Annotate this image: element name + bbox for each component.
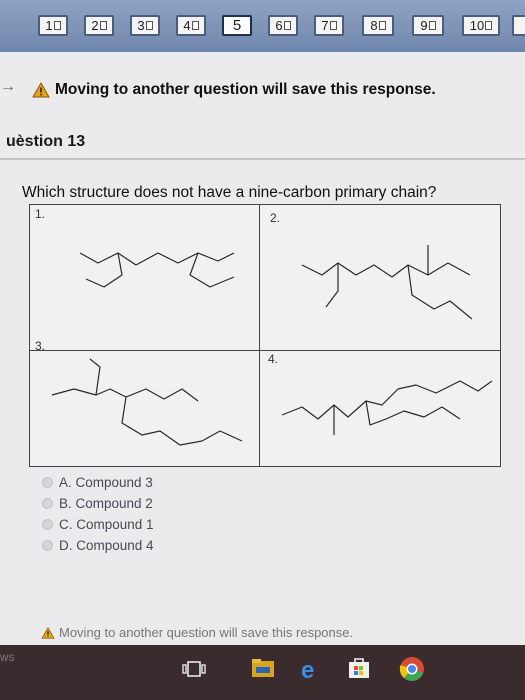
page-icon xyxy=(485,21,493,30)
page-icon xyxy=(329,21,337,30)
compound-1-structure xyxy=(79,252,235,266)
radio-button-d[interactable] xyxy=(42,540,53,551)
question-text: Which structure does not have a nine-car… xyxy=(22,184,437,201)
svg-text:e: e xyxy=(301,657,314,681)
page-icon xyxy=(191,21,199,30)
option-c-label: C. Compound 1 xyxy=(59,517,154,532)
question-10-label: 10 xyxy=(469,18,485,33)
warning-icon xyxy=(32,82,50,98)
taskbar-label: WS xyxy=(0,653,15,663)
question-next-button-partial[interactable] xyxy=(512,15,525,36)
page-icon xyxy=(378,21,386,30)
page-icon xyxy=(145,21,153,30)
question-6-label: 6 xyxy=(275,18,283,33)
page-icon xyxy=(99,21,107,30)
compound-3-structure xyxy=(51,388,199,402)
question-navigation-bar: 1 2 3 4 5 6 7 8 9 10 xyxy=(0,0,525,52)
warning-icon xyxy=(41,626,55,639)
option-d-label: D. Compound 4 xyxy=(59,538,154,553)
compound-3-branch-b xyxy=(121,396,243,446)
question-9-label: 9 xyxy=(420,18,428,33)
question-heading: uèstion 13 xyxy=(6,133,86,150)
question-2-button[interactable]: 2 xyxy=(84,15,114,36)
edge-icon[interactable]: e xyxy=(298,657,324,681)
divider xyxy=(0,158,525,160)
option-a-label: A. Compound 3 xyxy=(59,475,153,490)
radio-button-c[interactable] xyxy=(42,519,53,530)
option-a[interactable]: A. Compound 3 xyxy=(42,475,153,490)
question-1-button[interactable]: 1 xyxy=(38,15,68,36)
chrome-icon[interactable] xyxy=(398,655,426,683)
question-2-label: 2 xyxy=(91,18,99,33)
question-7-label: 7 xyxy=(321,18,329,33)
question-9-button[interactable]: 9 xyxy=(412,15,444,36)
task-view-icon[interactable] xyxy=(182,659,206,679)
option-b-label: B. Compound 2 xyxy=(59,496,153,511)
save-warning-bottom: Moving to another question will save thi… xyxy=(41,625,353,640)
file-explorer-icon[interactable] xyxy=(250,657,276,679)
question-8-label: 8 xyxy=(370,18,378,33)
option-b[interactable]: B. Compound 2 xyxy=(42,496,153,511)
compound-1-branch-a xyxy=(85,252,123,288)
compound-2-structure xyxy=(301,262,471,278)
compound-2-branch-a xyxy=(325,263,339,308)
store-icon[interactable] xyxy=(348,657,370,679)
question-5-button-current[interactable]: 5 xyxy=(222,15,252,36)
question-6-button[interactable]: 6 xyxy=(268,15,298,36)
page-icon xyxy=(53,21,61,30)
compound-4-structure xyxy=(281,380,493,420)
save-warning-bottom-text: Moving to another question will save thi… xyxy=(59,625,354,640)
page-icon xyxy=(428,21,436,30)
structures-table: 1. 2. 3. 4. xyxy=(29,204,501,467)
radio-button-b[interactable] xyxy=(42,498,53,509)
question-4-button[interactable]: 4 xyxy=(176,15,206,36)
question-8-button[interactable]: 8 xyxy=(362,15,394,36)
question-3-label: 3 xyxy=(137,18,145,33)
compound-3-branch-a xyxy=(89,358,101,396)
save-warning-text: Moving to another question will save thi… xyxy=(55,81,436,98)
question-3-button[interactable]: 3 xyxy=(130,15,160,36)
question-1-label: 1 xyxy=(45,18,53,33)
question-10-button[interactable]: 10 xyxy=(462,15,500,36)
question-4-label: 4 xyxy=(183,18,191,33)
compound-2-branch-c xyxy=(407,264,473,320)
question-7-button[interactable]: 7 xyxy=(314,15,344,36)
arrow-icon: → xyxy=(0,78,16,95)
page-icon xyxy=(283,21,291,30)
taskbar: WS e xyxy=(0,645,525,700)
radio-button-a[interactable] xyxy=(42,477,53,488)
option-d[interactable]: D. Compound 4 xyxy=(42,538,154,553)
option-c[interactable]: C. Compound 1 xyxy=(42,517,154,532)
question-5-label: 5 xyxy=(232,17,242,34)
skeletal-structures xyxy=(51,245,493,446)
